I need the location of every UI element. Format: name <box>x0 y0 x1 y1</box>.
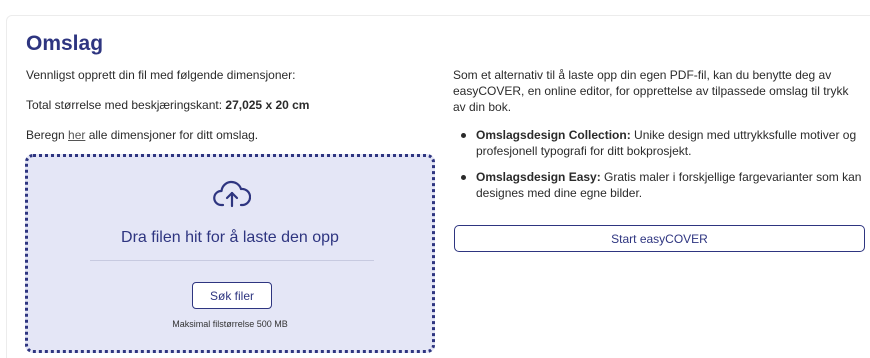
max-file-size-note: Maksimal filstørrelse 500 MB <box>172 319 288 329</box>
cloud-upload-icon <box>213 180 251 208</box>
list-item: Omslagsdesign Collection: Unike design m… <box>453 127 863 159</box>
bullet-icon <box>461 175 466 180</box>
calc-suffix: alle dimensjoner for ditt omslag. <box>85 128 259 142</box>
easycover-options: Omslagsdesign Collection: Unike design m… <box>453 127 863 201</box>
dimension-instruction: Vennligst opprett din fil med følgende d… <box>26 68 296 82</box>
dropzone-divider <box>90 260 374 261</box>
easycover-panel: Som et alternativ til å laste opp din eg… <box>453 67 863 211</box>
calculate-dimensions-text: Beregn her alle dimensjoner for ditt oms… <box>26 127 258 143</box>
dropzone-title: Dra filen hit for å laste den opp <box>121 229 339 246</box>
browse-files-button[interactable]: Søk filer <box>192 282 272 309</box>
calc-prefix: Beregn <box>26 128 69 142</box>
list-item: Omslagsdesign Easy: Gratis maler i forsk… <box>453 169 863 201</box>
section-title: Omslag <box>26 32 104 55</box>
easycover-intro: Som et alternativ til å laste opp din eg… <box>453 68 849 114</box>
start-easycover-button[interactable]: Start easyCOVER <box>454 225 865 252</box>
total-size: Total størrelse med beskjæringskant: 27,… <box>26 97 309 113</box>
option-title: Omslagsdesign Collection: <box>476 128 631 142</box>
option-title: Omslagsdesign Easy: <box>476 170 601 184</box>
total-size-value: 27,025 x 20 cm <box>225 98 310 112</box>
file-dropzone[interactable]: Dra filen hit for å laste den opp Søk fi… <box>25 154 435 353</box>
bullet-icon <box>461 133 466 138</box>
calculate-link[interactable]: her <box>68 128 85 142</box>
total-size-label: Total størrelse med beskjæringskant: <box>26 98 226 112</box>
